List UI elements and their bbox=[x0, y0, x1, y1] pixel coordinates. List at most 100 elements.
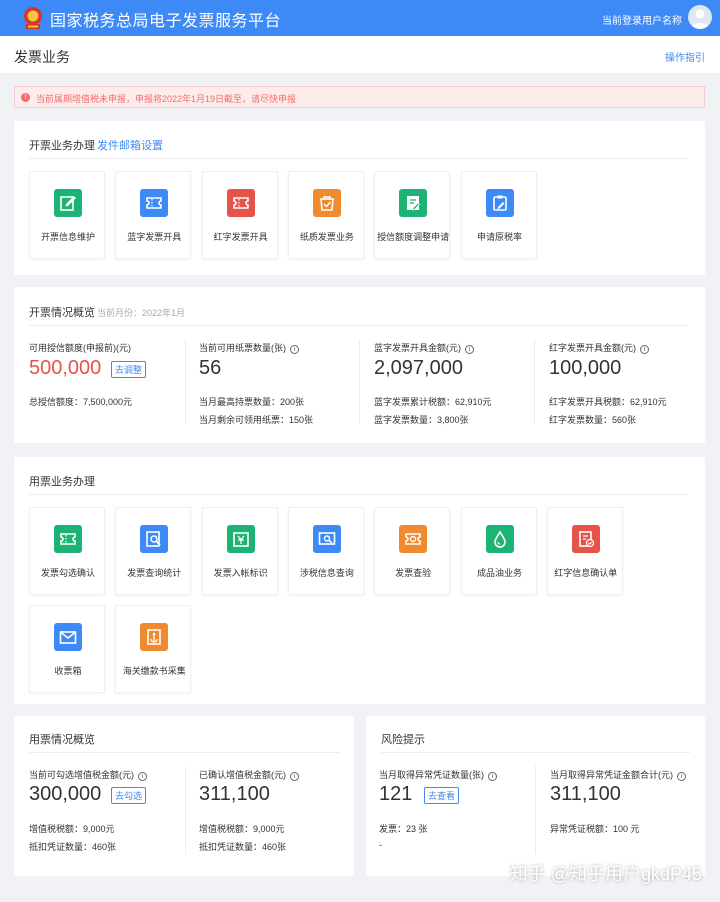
red-count-line: 红字发票数量：560张 bbox=[549, 415, 637, 425]
abnormal-count-label: 当月取得异常凭证数量(张) i bbox=[379, 768, 497, 781]
selectable-vat-label: 当前可勾选增值税金额(元) i bbox=[29, 768, 147, 781]
vat-tax-line: 增值税税额：9,000元 bbox=[29, 824, 115, 834]
abnormal-tax-line: 异常凭证税额：100 元 bbox=[550, 824, 640, 834]
tile-label: 开票信息维护 bbox=[40, 232, 95, 242]
invoicing-overview-card: 开票情况概览 当前月份：2022年1月 可用授信额度(申报前)(元) 500,0… bbox=[14, 287, 705, 443]
credit-limit-label: 可用授信额度(申报前)(元) bbox=[29, 343, 131, 353]
business-tile[interactable]: 发票查询统计 bbox=[115, 507, 192, 595]
business-tile[interactable]: 涉税信息查询 bbox=[287, 507, 364, 595]
tile-label: 收票箱 bbox=[54, 666, 82, 676]
abnormal-amount-value: 311,100 bbox=[550, 783, 621, 805]
operation-guide-link[interactable]: 操作指引 bbox=[665, 49, 705, 64]
user-icon bbox=[691, 9, 709, 29]
alert-icon: ! bbox=[21, 93, 30, 102]
business-tile[interactable]: 蓝字发票开具 bbox=[115, 171, 192, 259]
ticket-icon bbox=[140, 189, 169, 217]
abnormal-extra-line: - bbox=[379, 840, 382, 850]
total-credit-line: 总授信额度：7,500,000元 bbox=[29, 397, 133, 407]
section-title: 用票业务办理 bbox=[29, 476, 95, 488]
doc-pen-icon bbox=[399, 189, 428, 217]
info-icon[interactable]: i bbox=[290, 345, 299, 354]
tax-emblem-icon bbox=[24, 7, 42, 29]
business-tile[interactable]: 红字发票开具 bbox=[201, 171, 278, 259]
mail-icon bbox=[54, 623, 82, 651]
go-view-button[interactable]: 去查看 bbox=[424, 787, 460, 804]
usage-overview-card: 用票情况概览 当前可勾选增值税金额(元) i 300,000 去勾选 增值税税额：… bbox=[14, 716, 354, 876]
tile-label: 纸质发票业务 bbox=[299, 232, 354, 242]
paper-bag-icon bbox=[312, 189, 341, 217]
business-tile[interactable]: 海关缴款书采集 bbox=[115, 605, 192, 693]
business-tile[interactable]: 发票入帐标识 bbox=[201, 507, 278, 595]
info-icon[interactable]: i bbox=[640, 345, 649, 354]
info-icon[interactable]: i bbox=[465, 345, 474, 354]
info-icon[interactable]: i bbox=[290, 772, 299, 781]
confirmed-vat-label: 已确认增值税金额(元) i bbox=[199, 768, 299, 781]
red-invoice-amount-value: 100,000 bbox=[549, 357, 622, 379]
section-title: 开票业务办理 bbox=[29, 140, 95, 152]
current-user-name[interactable]: 当前登录用户名称 bbox=[602, 12, 682, 27]
section-title: 用票情况概览 bbox=[29, 734, 95, 746]
business-tile[interactable]: 发票查验 bbox=[374, 507, 451, 595]
tile-label: 红字信息确认单 bbox=[554, 568, 618, 578]
tile-label: 成品油业务 bbox=[476, 568, 522, 578]
section-title: 风险提示 bbox=[381, 734, 425, 746]
info-icon[interactable]: i bbox=[488, 772, 497, 781]
business-tile[interactable]: 申请原税率 bbox=[460, 171, 537, 259]
ticket-icon bbox=[54, 525, 82, 553]
info-icon[interactable]: i bbox=[677, 772, 686, 781]
adjust-button[interactable]: 去调整 bbox=[111, 361, 147, 378]
tile-label: 海关缴款书采集 bbox=[122, 666, 186, 676]
paper-invoice-count-label: 当前可用纸票数量(张) i bbox=[199, 341, 299, 354]
clipboard-pen-icon bbox=[485, 189, 514, 217]
tile-label: 涉税信息查询 bbox=[299, 568, 354, 578]
info-icon[interactable]: i bbox=[138, 772, 147, 781]
blue-count-line: 蓝字发票数量：3,800张 bbox=[374, 415, 469, 425]
anchor-doc-icon bbox=[140, 623, 169, 651]
usage-business-card: 用票业务办理 发票勾选确认 发票查询统计 发票入帐标识 涉税信息查询 发票查验 成品油业务… bbox=[14, 457, 705, 704]
selectable-vat-value: 300,000 bbox=[29, 783, 102, 805]
business-tile[interactable]: 开票信息维护 bbox=[29, 171, 105, 259]
search-doc-icon bbox=[140, 525, 169, 553]
tile-label: 发票查询统计 bbox=[127, 568, 182, 578]
tile-label: 发票入帐标识 bbox=[213, 568, 268, 578]
remaining-paper-line: 当月剩余可领用纸票：150张 bbox=[199, 415, 314, 425]
abnormal-amount-label: 当月取得异常凭证金额合计(元) i bbox=[550, 768, 686, 781]
confirmed-count-line: 抵扣凭证数量：460张 bbox=[199, 842, 287, 852]
current-month: 当前月份：2022年1月 bbox=[97, 308, 186, 318]
ticket-icon bbox=[226, 189, 255, 217]
page-title-bar: 发票业务 操作指引 bbox=[0, 36, 720, 74]
email-settings-link[interactable]: 发件邮箱设置 bbox=[97, 137, 163, 153]
deduction-count-line: 抵扣凭证数量：460张 bbox=[29, 842, 117, 852]
max-hold-line: 当月最高持票数量：200张 bbox=[199, 397, 305, 407]
declaration-notice: ! 当前属期增值税未申报，申报将2022年1月19日截至，请尽快申报 bbox=[14, 86, 705, 108]
red-tax-line: 红字发票开具税额：62,910元 bbox=[549, 397, 667, 407]
business-tile[interactable]: 纸质发票业务 bbox=[287, 171, 364, 259]
business-tile[interactable]: 收票箱 bbox=[29, 605, 105, 693]
paper-invoice-count-value: 56 bbox=[199, 357, 222, 379]
edit-doc-icon bbox=[54, 189, 82, 217]
oil-drop-icon bbox=[485, 525, 514, 553]
tile-label: 授信额度调整申请 bbox=[377, 232, 450, 242]
credit-limit-value: 500,000 bbox=[29, 357, 102, 379]
tile-label: 红字发票开具 bbox=[213, 232, 268, 242]
tile-label: 发票勾选确认 bbox=[40, 568, 95, 578]
page-title: 发票业务 bbox=[14, 49, 70, 65]
ledger-icon bbox=[226, 525, 255, 553]
risk-card: 风险提示 当月取得异常凭证数量(张) i 121 去查看 发票：23 张 - 当月… bbox=[366, 716, 705, 876]
business-tile[interactable]: 发票勾选确认 bbox=[29, 507, 105, 595]
business-tile[interactable]: 红字信息确认单 bbox=[546, 507, 623, 595]
blue-tax-line: 蓝字发票累计税额：62,910元 bbox=[374, 397, 492, 407]
monitor-search-icon bbox=[312, 525, 341, 553]
avatar[interactable] bbox=[688, 5, 712, 29]
red-invoice-amount-label: 红字发票开具金额(元) i bbox=[549, 341, 649, 354]
blue-invoice-amount-label: 蓝字发票开具金额(元) i bbox=[374, 341, 474, 354]
ticket-check-icon bbox=[399, 525, 428, 553]
go-select-button[interactable]: 去勾选 bbox=[111, 787, 147, 804]
watermark: 知乎 @知乎用户gkdP45 bbox=[509, 864, 702, 884]
business-tile[interactable]: 授信额度调整申请 bbox=[374, 171, 451, 259]
business-tile[interactable]: 成品油业务 bbox=[460, 507, 537, 595]
blue-invoice-amount-value: 2,097,000 bbox=[374, 357, 463, 379]
app-title: 国家税务总局电子发票服务平台 bbox=[50, 13, 282, 30]
confirmed-vat-value: 311,100 bbox=[199, 783, 270, 805]
section-title: 开票情况概览 bbox=[29, 307, 95, 319]
